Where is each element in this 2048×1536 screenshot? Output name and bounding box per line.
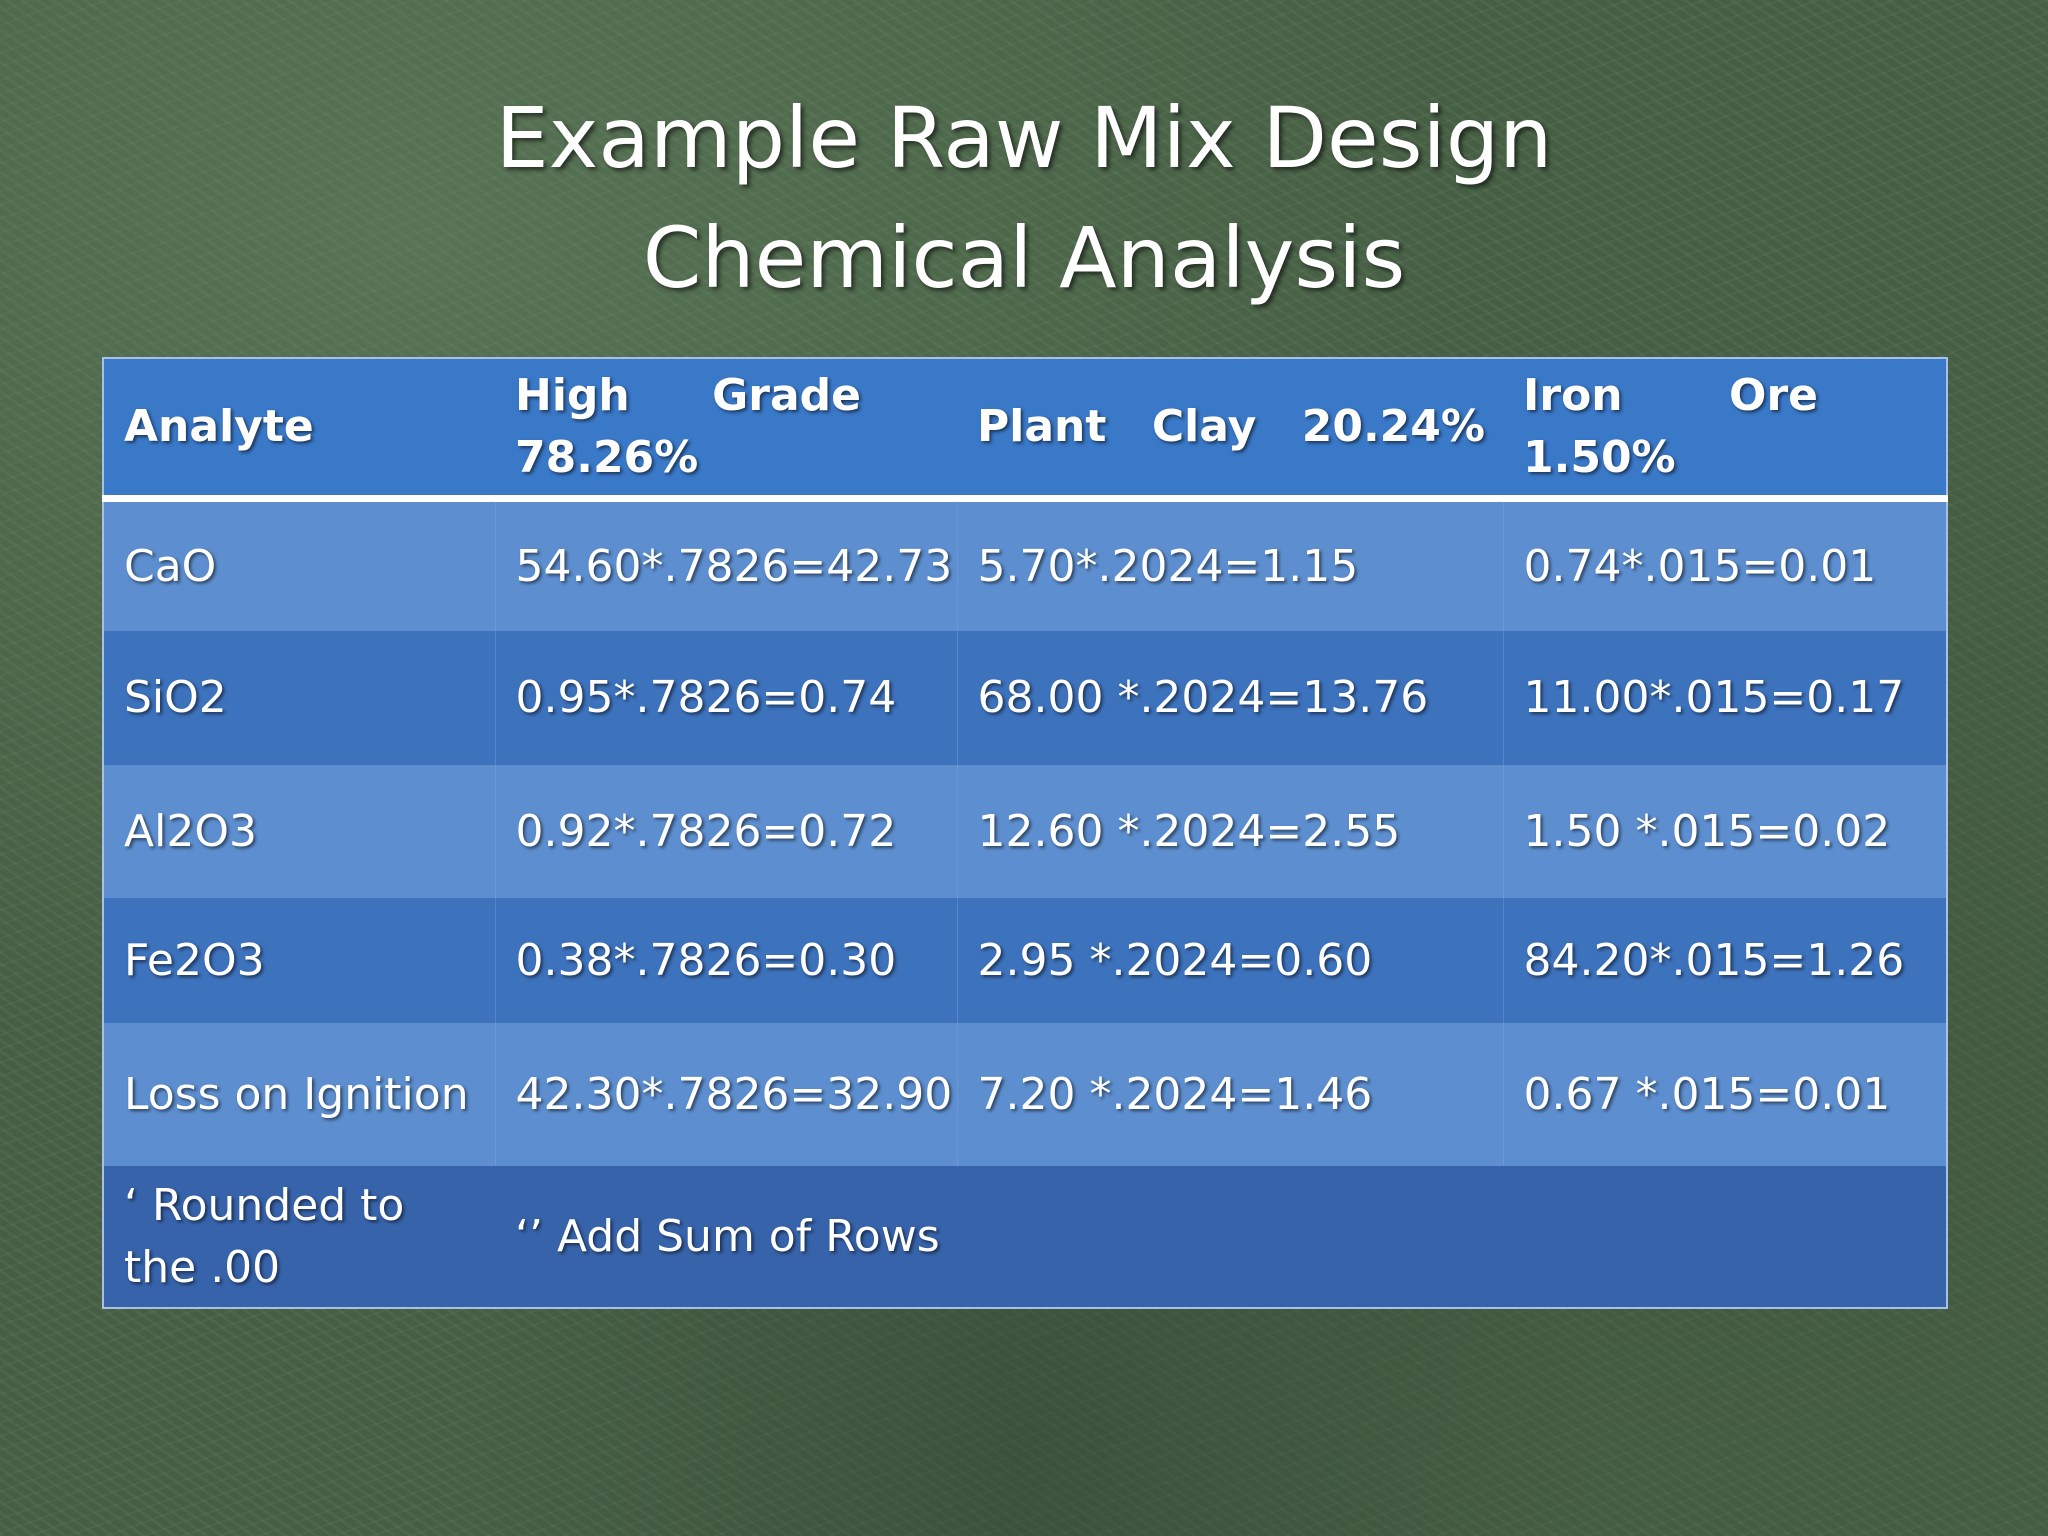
- header-high-grade-percent: 78.26%: [515, 431, 699, 483]
- header-plant-clay-percent: 20.24%: [1301, 400, 1485, 452]
- table-row-fe2o3: Fe2O3 0.38*.7826=0.30 2.95 *.2024=0.60 8…: [103, 898, 1947, 1024]
- table-header-row: Analyte High Grade 78.26% Plant Clay 20.…: [103, 358, 1947, 502]
- cell-analyte: SiO2: [103, 630, 496, 765]
- cell-iron-ore: 84.20*.015=1.26: [1523, 935, 1905, 987]
- footer-note-sum: ‘’ Add Sum of Rows: [515, 1210, 940, 1262]
- cell-high-grade: 42.30*.7826=32.90: [495, 1023, 958, 1167]
- cell-iron-ore: 0.74*.015=0.01: [1523, 540, 1877, 592]
- cell-high-grade: 0.92*.7826=0.72: [495, 764, 958, 899]
- cell-iron-ore: 1.50 *.015=0.02: [1523, 806, 1891, 858]
- cell-plant-clay: 7.20 *.2024=1.46: [957, 1023, 1504, 1167]
- title-line-2: Chemical Analysis: [642, 209, 1406, 307]
- header-iron-ore-word2: Ore: [1729, 369, 1818, 421]
- header-iron-ore-percent: 1.50%: [1523, 431, 1676, 483]
- table-footer-row: ‘ Rounded to the .00 ‘’ Add Sum of Rows: [103, 1166, 1947, 1308]
- cell-iron-ore: 0.67 *.015=0.01: [1523, 1069, 1891, 1121]
- header-high-grade-line1: High Grade: [515, 365, 939, 427]
- cell-analyte: CaO: [103, 498, 496, 631]
- header-plant-clay-line: Plant Clay 20.24%: [977, 396, 1485, 458]
- header-iron-ore-word1: Iron: [1523, 369, 1623, 421]
- header-iron-ore: Iron Ore 1.50%: [1503, 358, 1947, 502]
- table-row-sio2: SiO2 0.95*.7826=0.74 68.00 *.2024=13.76 …: [103, 630, 1947, 765]
- header-analyte-label: Analyte: [124, 400, 314, 452]
- header-high-grade: High Grade 78.26%: [495, 358, 957, 502]
- table-row-loss-on-ignition: Loss on Ignition 42.30*.7826=32.90 7.20 …: [103, 1023, 1947, 1167]
- cell-iron-ore: 11.00*.015=0.17: [1523, 672, 1905, 724]
- cell-plant-clay: 68.00 *.2024=13.76: [957, 630, 1504, 765]
- table-row-cao: CaO 54.60*.7826=42.73 5.70*.2024=1.15 0.…: [103, 498, 1947, 631]
- cell-high-grade: 54.60*.7826=42.73: [495, 498, 958, 631]
- cell-analyte: Al2O3: [103, 764, 496, 899]
- cell-plant-clay: 12.60 *.2024=2.55: [957, 764, 1504, 899]
- cell-high-grade: 0.95*.7826=0.74: [495, 630, 958, 765]
- cell-analyte: Fe2O3: [103, 898, 496, 1024]
- footer-empty-cell: [957, 1166, 1503, 1308]
- header-analyte: Analyte: [103, 358, 495, 502]
- header-high-grade-word2: Grade: [712, 369, 861, 421]
- header-iron-ore-line1: Iron Ore: [1523, 365, 1928, 427]
- cell-plant-clay: 2.95 *.2024=0.60: [957, 898, 1504, 1024]
- table-row-al2o3: Al2O3 0.92*.7826=0.72 12.60 *.2024=2.55 …: [103, 764, 1947, 899]
- header-plant-clay-word1: Plant: [977, 400, 1107, 452]
- footer-empty-cell: [1503, 1166, 1947, 1308]
- header-high-grade-word1: High: [515, 369, 630, 421]
- header-plant-clay: Plant Clay 20.24%: [957, 358, 1503, 502]
- footer-note-rounding: ‘ Rounded to the .00: [124, 1179, 405, 1293]
- cell-plant-clay: 5.70*.2024=1.15: [957, 498, 1504, 631]
- chemical-analysis-table: Analyte High Grade 78.26% Plant Clay 20.…: [102, 357, 1948, 1309]
- title-line-1: Example Raw Mix Design: [495, 89, 1553, 187]
- slide-title: Example Raw Mix Design Chemical Analysis: [0, 78, 2048, 318]
- cell-high-grade: 0.38*.7826=0.30: [495, 898, 958, 1024]
- cell-analyte: Loss on Ignition: [103, 1023, 496, 1167]
- header-plant-clay-word2: Clay: [1151, 400, 1257, 452]
